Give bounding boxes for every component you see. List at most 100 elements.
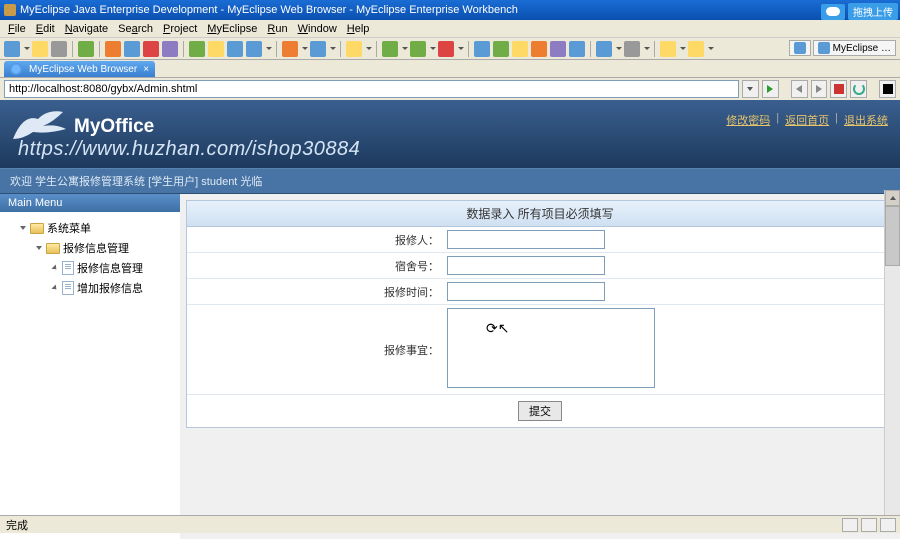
menu-file[interactable]: FFileile bbox=[4, 23, 30, 35]
label-detail: 报修事宜： bbox=[187, 342, 447, 358]
tool-icon[interactable] bbox=[531, 41, 547, 57]
status-bar: 完成 bbox=[0, 515, 900, 533]
input-time[interactable] bbox=[447, 282, 605, 301]
forward-nav-icon[interactable] bbox=[688, 41, 704, 57]
app-header: MyOffice https://www.huzhan.com/ishop308… bbox=[0, 100, 900, 168]
back-button[interactable] bbox=[791, 80, 808, 98]
submit-button[interactable]: 提交 bbox=[518, 401, 562, 421]
browser-tab[interactable]: MyEclipse Web Browser × bbox=[4, 61, 155, 77]
dropdown-icon[interactable] bbox=[301, 41, 307, 57]
dropdown-icon[interactable] bbox=[365, 41, 371, 57]
saveall-icon[interactable] bbox=[51, 41, 67, 57]
label-room: 宿舍号： bbox=[187, 258, 447, 274]
tool-icon[interactable] bbox=[78, 41, 94, 57]
tool-icon[interactable] bbox=[105, 41, 121, 57]
upload-widget[interactable]: 拖拽上传 bbox=[821, 3, 898, 20]
tree-toggle-icon[interactable] bbox=[50, 283, 60, 293]
url-input[interactable] bbox=[4, 80, 739, 98]
logout-link[interactable]: 退出系统 bbox=[844, 112, 888, 128]
menu-window[interactable]: Window bbox=[294, 23, 341, 35]
home-link[interactable]: 返回首页 bbox=[785, 112, 829, 128]
tool-icon[interactable] bbox=[624, 41, 640, 57]
tray-icon[interactable] bbox=[880, 518, 896, 532]
tool-icon[interactable] bbox=[474, 41, 490, 57]
menu-run[interactable]: Run bbox=[263, 23, 291, 35]
tool-icon[interactable] bbox=[569, 41, 585, 57]
tool-icon[interactable] bbox=[493, 41, 509, 57]
menu-search[interactable]: Search bbox=[114, 23, 157, 35]
dropdown-icon[interactable] bbox=[401, 41, 407, 57]
toolbar-separator bbox=[654, 41, 655, 57]
tool-icon[interactable] bbox=[124, 41, 140, 57]
scroll-thumb[interactable] bbox=[885, 206, 900, 266]
tool-icon[interactable] bbox=[550, 41, 566, 57]
tool-icon[interactable] bbox=[227, 41, 243, 57]
textarea-detail[interactable] bbox=[447, 308, 655, 388]
tray-icon[interactable] bbox=[861, 518, 877, 532]
tool-icon[interactable] bbox=[143, 41, 159, 57]
go-button[interactable] bbox=[762, 80, 779, 98]
toolbar-separator bbox=[276, 41, 277, 57]
menu-navigate[interactable]: Navigate bbox=[61, 23, 112, 35]
vertical-scrollbar[interactable] bbox=[884, 190, 900, 530]
dropdown-icon[interactable] bbox=[23, 41, 29, 57]
globe-icon bbox=[10, 63, 22, 75]
app-links: 修改密码 | 返回首页 | 退出系统 bbox=[726, 112, 888, 128]
form-title: 数据录入 所有项目必须填写 bbox=[187, 201, 893, 227]
reload-button[interactable] bbox=[850, 80, 867, 98]
close-tab-icon[interactable]: × bbox=[141, 64, 151, 74]
menu-help[interactable]: Help bbox=[343, 23, 374, 35]
tool-icon[interactable] bbox=[346, 41, 362, 57]
change-password-link[interactable]: 修改密码 bbox=[726, 112, 770, 128]
dropdown-icon[interactable] bbox=[457, 41, 463, 57]
tree-toggle-icon[interactable] bbox=[50, 263, 60, 273]
forward-button[interactable] bbox=[811, 80, 828, 98]
scroll-up-button[interactable] bbox=[885, 190, 900, 206]
tool-icon[interactable] bbox=[282, 41, 298, 57]
dropdown-icon[interactable] bbox=[615, 41, 621, 57]
debug-icon[interactable] bbox=[382, 41, 398, 57]
perspective-icon bbox=[794, 42, 806, 54]
bookmark-button[interactable] bbox=[879, 80, 896, 98]
tool-icon[interactable] bbox=[162, 41, 178, 57]
back-nav-icon[interactable] bbox=[660, 41, 676, 57]
app-viewport: MyOffice https://www.huzhan.com/ishop308… bbox=[0, 100, 900, 533]
content-area: Main Menu 系统菜单 报修信息管理 报修信息管理 bbox=[0, 194, 900, 539]
dropdown-icon[interactable] bbox=[643, 41, 649, 57]
dropdown-icon[interactable] bbox=[707, 41, 713, 57]
tree-root[interactable]: 系统菜单 bbox=[4, 218, 176, 238]
tool-icon[interactable] bbox=[596, 41, 612, 57]
input-reporter[interactable] bbox=[447, 230, 605, 249]
open-perspective-button[interactable] bbox=[789, 40, 811, 56]
dropdown-icon[interactable] bbox=[329, 41, 335, 57]
dropdown-icon[interactable] bbox=[679, 41, 685, 57]
tray-icon[interactable] bbox=[842, 518, 858, 532]
app-title: MyOffice bbox=[74, 116, 154, 138]
form-body: 报修人： 宿舍号： 报修时间： 报修事宜： bbox=[187, 227, 893, 427]
menu-edit[interactable]: Edit bbox=[32, 23, 59, 35]
tree-group[interactable]: 报修信息管理 bbox=[4, 238, 176, 258]
tree-item-repair-manage[interactable]: 报修信息管理 bbox=[4, 258, 176, 278]
input-room[interactable] bbox=[447, 256, 605, 275]
tool-icon[interactable] bbox=[208, 41, 224, 57]
dropdown-icon[interactable] bbox=[265, 41, 271, 57]
menu-project[interactable]: Project bbox=[159, 23, 201, 35]
tool-icon[interactable] bbox=[189, 41, 205, 57]
tool-icon[interactable] bbox=[512, 41, 528, 57]
cloud-button[interactable] bbox=[821, 4, 845, 20]
stop-icon[interactable] bbox=[438, 41, 454, 57]
tool-icon[interactable] bbox=[246, 41, 262, 57]
tree-toggle-icon[interactable] bbox=[34, 243, 44, 253]
stop-button[interactable] bbox=[830, 80, 847, 98]
save-icon[interactable] bbox=[32, 41, 48, 57]
tool-icon[interactable] bbox=[310, 41, 326, 57]
tree-item-add-repair[interactable]: 增加报修信息 bbox=[4, 278, 176, 298]
myeclipse-perspective-button[interactable]: MyEclipse … bbox=[813, 40, 896, 56]
url-dropdown-button[interactable] bbox=[742, 80, 759, 98]
new-icon[interactable] bbox=[4, 41, 20, 57]
tree-toggle-icon[interactable] bbox=[18, 223, 28, 233]
run-icon[interactable] bbox=[410, 41, 426, 57]
menu-myeclipse[interactable]: MyEclipse bbox=[203, 23, 261, 35]
dropdown-icon[interactable] bbox=[429, 41, 435, 57]
label-reporter: 报修人： bbox=[187, 232, 447, 248]
